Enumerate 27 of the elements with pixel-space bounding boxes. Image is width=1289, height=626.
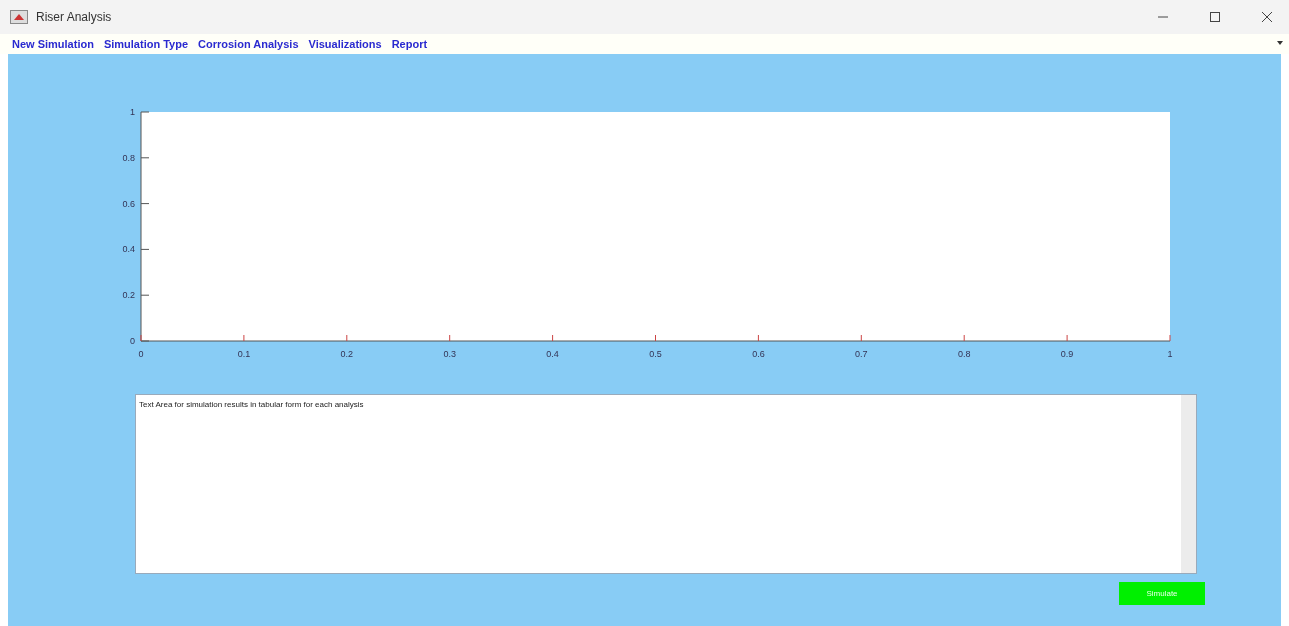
- x-tick-label: 0.6: [752, 349, 765, 359]
- close-icon[interactable]: [1262, 12, 1272, 22]
- menu-item[interactable]: Simulation Type: [100, 38, 196, 50]
- x-tick-label: 0.3: [443, 349, 456, 359]
- x-tick-label: 0.4: [546, 349, 559, 359]
- overflow-icon[interactable]: [1277, 40, 1283, 46]
- y-tick-label: 0: [130, 336, 135, 346]
- x-tick-label: 0.1: [237, 349, 251, 359]
- x-tick-label: 0.9: [1060, 349, 1074, 359]
- y-tick-label: 0.6: [122, 198, 135, 209]
- maximize-icon[interactable]: [1210, 12, 1220, 22]
- menu-item[interactable]: Corrosion Analysis: [195, 38, 306, 50]
- x-tick-label: 0.5: [649, 349, 662, 359]
- x-tick-label: 0.7: [855, 349, 868, 359]
- x-tick-label: 0.2: [340, 349, 354, 359]
- y-tick-label: 0.8: [122, 152, 135, 163]
- y-tick-label: 0.2: [122, 290, 135, 301]
- app-icon: [10, 10, 28, 24]
- menu-item[interactable]: New Simulation: [9, 38, 101, 50]
- x-tick-label: 1: [1167, 349, 1173, 359]
- menu-item[interactable]: Visualizations: [305, 38, 389, 50]
- window-title: Riser Analysis: [36, 10, 113, 24]
- menu-item[interactable]: Report: [388, 38, 435, 50]
- x-tick-label: 0.8: [957, 349, 971, 359]
- y-tick-label: 0.4: [122, 244, 135, 255]
- y-tick-label: 1: [130, 107, 135, 117]
- x-tick-label: 0: [138, 349, 144, 359]
